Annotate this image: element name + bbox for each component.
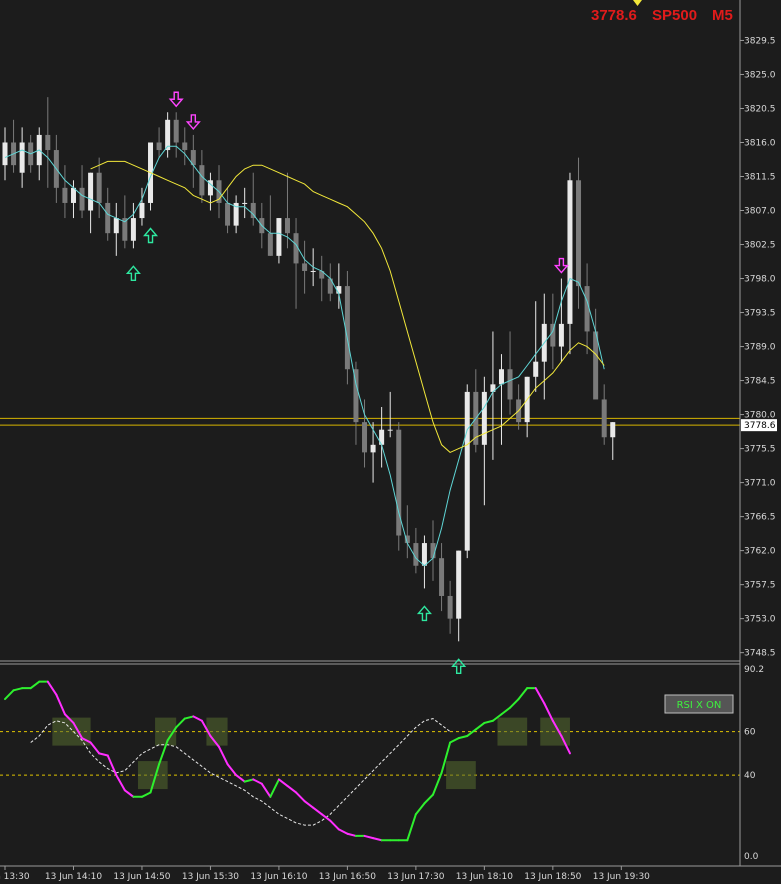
candle-body [421,543,427,566]
rsi-zone [497,717,528,746]
candle-body [199,165,205,196]
price-tick-label: 3820.5 [744,104,776,114]
chart-background [0,0,781,884]
price-tick-label: 3762.0 [744,547,776,557]
header-symbol: SP500 [652,7,697,24]
candle-body [550,323,556,347]
candle-body [225,202,231,226]
candle-body [284,218,290,234]
price-tick-label: 3753.0 [744,615,776,625]
rsi-tick-label: 0.0 [744,852,759,862]
trading-chart: 3829.5 3825.0 3820.5 3816.0 3811.5 3807.0 3802… [0,0,781,884]
candle-body [62,187,68,203]
candle-body [267,233,273,256]
time-tick-label: 13 Jun 17:30 [387,872,444,882]
time-tick-label: 13 Jun 13:30 [0,872,30,882]
candle-body [139,202,145,219]
time-tick-label: 13 Jun 18:50 [524,872,581,882]
candle-body [370,444,376,453]
price-tick-label: 3780.0 [744,411,776,421]
rsi-zone [446,761,476,790]
time-tick-label: 13 Jun 18:10 [456,872,513,882]
candle-body [70,187,76,203]
candle-body [2,142,8,166]
candle-body [96,172,102,203]
candle-body [507,369,513,400]
candle-body [88,172,94,211]
time-tick-label: 13 Jun 16:50 [319,872,376,882]
price-tick-label: 3789.0 [744,343,776,353]
rsi-tick-label: 60 [744,728,756,738]
candle-body [113,218,119,234]
candle-body [79,187,85,211]
candle-body [464,391,470,551]
price-tick-label: 3793.5 [744,309,776,319]
rsi-zone [540,717,570,746]
candle-body [156,142,162,151]
candle-body [533,361,539,377]
current-price-label: 3778.6 [744,421,776,431]
candle-body [456,550,462,619]
time-tick-label: 13 Jun 19:30 [593,872,650,882]
candle-body [310,270,316,272]
candle-body [567,180,573,324]
price-tick-label: 3775.5 [744,445,776,455]
time-tick-label: 13 Jun 15:30 [182,872,239,882]
candle-body [593,331,599,400]
candle-body [105,202,111,234]
candle-body [276,218,282,256]
candle-body [242,202,248,204]
time-tick-label: 13 Jun 14:50 [113,872,170,882]
price-tick-label: 3816.0 [744,138,776,148]
price-tick-label: 3784.5 [744,377,776,387]
candle-body [182,142,188,151]
candle-body [610,422,616,438]
candle-body [173,119,179,143]
header-timeframe: M5 [712,7,733,24]
candle-body [19,142,25,173]
price-tick-label: 3807.0 [744,207,776,217]
price-tick-label: 3829.5 [744,36,776,46]
candle-body [45,134,51,151]
rsi-x-button-label: RSI X ON [677,700,722,711]
candle-body [387,429,393,431]
rsi-tick-label: 40 [744,771,756,781]
time-tick-label: 13 Jun 16:10 [250,872,307,882]
candle-body [576,180,582,287]
price-tick-label: 3811.5 [744,173,776,183]
candle-body [302,263,308,271]
candle-body [447,595,453,619]
candle-body [362,422,368,453]
price-tick-label: 3757.5 [744,581,776,591]
header-price: 3778.6 [591,7,637,24]
price-tick-label: 3766.5 [744,513,776,523]
price-tick-label: 3798.0 [744,275,776,285]
candle-body [558,323,564,347]
price-tick-label: 3748.5 [744,649,776,659]
candle-body [165,119,171,151]
price-tick-label: 3771.0 [744,479,776,489]
candle-body [601,399,607,438]
candle-body [439,558,445,596]
candle-body [250,202,256,219]
price-tick-label: 3802.5 [744,241,776,251]
rsi-tick-label: 90.2 [744,665,764,675]
time-tick-label: 13 Jun 14:10 [45,872,102,882]
rsi-zone [206,717,228,746]
candle-body [498,369,504,385]
candle-body [481,391,487,445]
candle-body [130,218,136,241]
price-tick-label: 3825.0 [744,70,776,80]
rsi-x-button[interactable]: RSI X ON [664,694,734,714]
